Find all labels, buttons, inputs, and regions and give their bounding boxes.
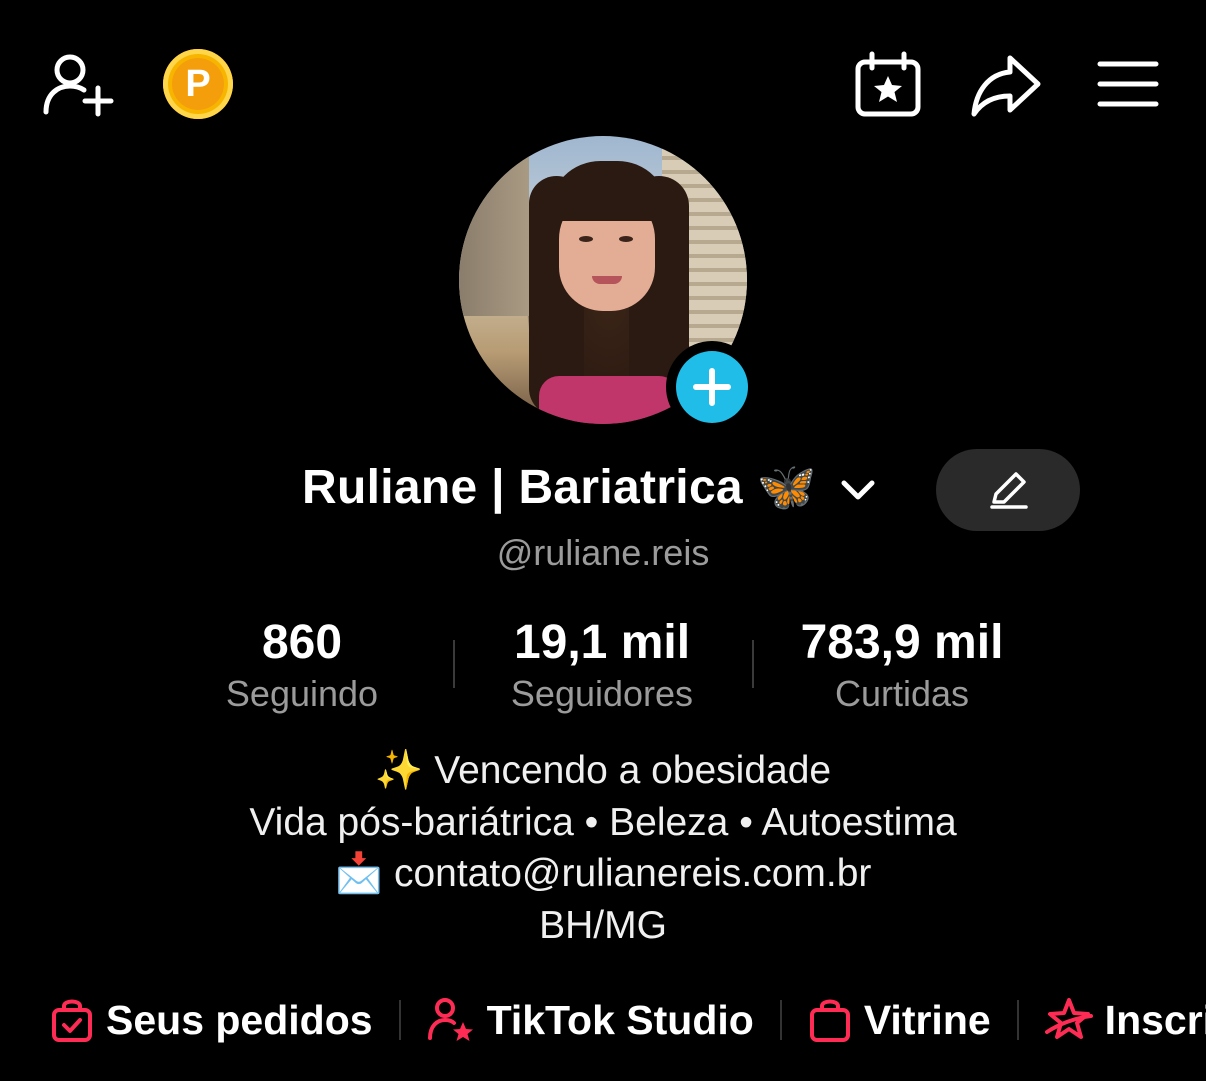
link-vitrine[interactable]: Vitrine bbox=[808, 996, 991, 1044]
display-name[interactable]: Ruliane | Bariatrica 🦋 bbox=[302, 458, 878, 515]
plus-icon bbox=[693, 368, 731, 406]
pencil-icon bbox=[990, 472, 1028, 509]
coins-button[interactable]: P bbox=[162, 48, 234, 120]
stat-value: 783,9 mil bbox=[800, 616, 1004, 669]
star-ribbon-icon bbox=[1044, 998, 1093, 1039]
coin-letter: P bbox=[172, 58, 224, 110]
link-label: Vitrine bbox=[863, 996, 991, 1043]
person-star-icon bbox=[427, 998, 473, 1041]
link-label: Seus pedidos bbox=[106, 996, 373, 1043]
stat-label: Curtidas bbox=[834, 673, 970, 714]
stat-label: Seguindo bbox=[225, 673, 379, 714]
stat-label: Seguidores bbox=[510, 673, 694, 714]
edit-profile-button[interactable] bbox=[936, 449, 1080, 531]
link-separator bbox=[779, 1000, 782, 1040]
add-story-button[interactable] bbox=[666, 341, 758, 433]
shopping-bag-icon bbox=[809, 999, 850, 1042]
chevron-down-icon[interactable] bbox=[838, 475, 878, 505]
link-separator bbox=[398, 1000, 401, 1040]
bio-line: BH/MG bbox=[539, 903, 667, 947]
link-seus-pedidos[interactable]: Seus pedidos bbox=[50, 996, 373, 1044]
bio-line: ✨ Vencendo a obesidade bbox=[374, 749, 832, 792]
calendar-button[interactable] bbox=[852, 50, 924, 120]
calendar-star-icon bbox=[855, 51, 921, 117]
link-label: TikTok Studio bbox=[486, 996, 754, 1043]
username-handle: @ruliane.reis bbox=[496, 532, 710, 573]
stat-value: 860 bbox=[261, 616, 343, 669]
person-plus-icon bbox=[43, 54, 114, 117]
bio-email[interactable]: 📩 contato@rulianereis.com.br bbox=[0, 848, 1206, 900]
menu-button[interactable] bbox=[1096, 56, 1160, 112]
display-name-text: Ruliane | Bariatrica 🦋 bbox=[302, 461, 817, 514]
share-button[interactable] bbox=[970, 50, 1044, 120]
add-friend-button[interactable] bbox=[40, 50, 116, 120]
share-arrow-icon bbox=[971, 55, 1041, 117]
shopping-bag-check-icon bbox=[52, 999, 92, 1042]
coin-icon: P bbox=[163, 49, 233, 119]
link-label: Inscri bbox=[1104, 996, 1206, 1043]
link-inscricoes[interactable]: Inscri bbox=[1044, 996, 1206, 1044]
stat-followers[interactable]: 19,1 mil Seguidores bbox=[452, 612, 752, 714]
bio-line: Vida pós-bariátrica • Beleza • Autoestim… bbox=[249, 800, 957, 844]
profile-links-bar: Seus pedidos TikTok Studio Vitrine Inscr… bbox=[50, 990, 1206, 1050]
link-tiktok-studio[interactable]: TikTok Studio bbox=[427, 996, 754, 1044]
stat-likes[interactable]: 783,9 mil Curtidas bbox=[752, 612, 1052, 714]
hamburger-menu-icon bbox=[1097, 61, 1159, 107]
link-separator bbox=[1016, 1000, 1019, 1040]
stat-following[interactable]: 860 Seguindo bbox=[152, 612, 452, 714]
bio: ✨ Vencendo a obesidade Vida pós-bariátri… bbox=[0, 745, 1206, 951]
stat-value: 19,1 mil bbox=[513, 616, 691, 669]
